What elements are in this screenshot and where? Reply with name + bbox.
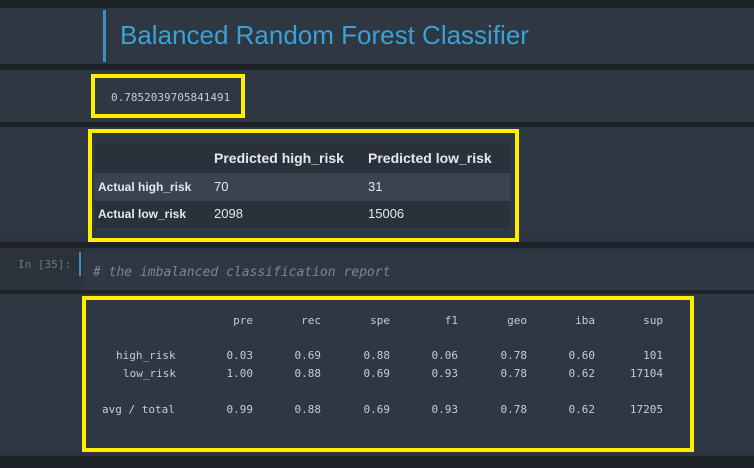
- table-cell: 31: [368, 179, 383, 194]
- report-cell: 0.03: [226, 349, 254, 362]
- table-cell: 70: [214, 179, 229, 194]
- report-header: rec: [301, 314, 321, 327]
- table-cell: 15006: [368, 206, 405, 221]
- report-cell: 0.69: [363, 403, 391, 416]
- report-cell: 0.93: [431, 403, 459, 416]
- report-cell: 17205: [629, 403, 663, 416]
- cell-focus-bar: [79, 252, 81, 276]
- report-cell: 17104: [629, 367, 663, 380]
- report-cell: 0.06: [431, 349, 459, 362]
- report-header: pre: [233, 314, 253, 327]
- report-cell: 0.88: [294, 403, 322, 416]
- cell-focus-bar: [103, 10, 106, 62]
- section-title: Balanced Random Forest Classifier: [120, 20, 529, 50]
- row-header: Actual low_risk: [98, 207, 187, 221]
- row-header: Actual high_risk: [98, 180, 192, 194]
- report-cell: 0.78: [500, 403, 528, 416]
- report-cell: 0.60: [568, 349, 596, 362]
- table-cell: 2098: [214, 206, 243, 221]
- report-cell: 0.69: [363, 367, 391, 380]
- report-header: geo: [507, 314, 527, 327]
- report-header: sup: [643, 314, 663, 327]
- column-header: Predicted high_risk: [214, 150, 344, 166]
- column-header: Predicted low_risk: [368, 150, 492, 166]
- report-header: spe: [370, 314, 390, 327]
- input-prompt: In [35]:: [18, 258, 71, 271]
- report-header: f1: [444, 314, 458, 327]
- report-cell: 0.78: [500, 367, 528, 380]
- report-cell: 1.00: [226, 367, 254, 380]
- report-row-label: avg / total: [102, 403, 175, 416]
- report-header: iba: [575, 314, 595, 327]
- balanced-accuracy-score: 0.7852039705841491: [111, 91, 231, 104]
- report-cell: 0.99: [226, 403, 254, 416]
- report-cell: 0.62: [568, 403, 596, 416]
- report-cell: 0.62: [568, 367, 596, 380]
- code-comment: # the imbalanced classification report: [93, 265, 391, 280]
- top-band: [0, 0, 754, 8]
- report-row-label: low_risk: [123, 367, 176, 380]
- report-cell: 0.69: [294, 349, 322, 362]
- report-cell: 101: [643, 349, 663, 362]
- report-row-label: high_risk: [116, 349, 176, 362]
- report-cell: 0.88: [363, 349, 391, 362]
- bottom-band: [0, 456, 754, 468]
- report-cell: 0.78: [500, 349, 528, 362]
- report-cell: 0.93: [431, 367, 459, 380]
- report-cell: 0.88: [294, 367, 322, 380]
